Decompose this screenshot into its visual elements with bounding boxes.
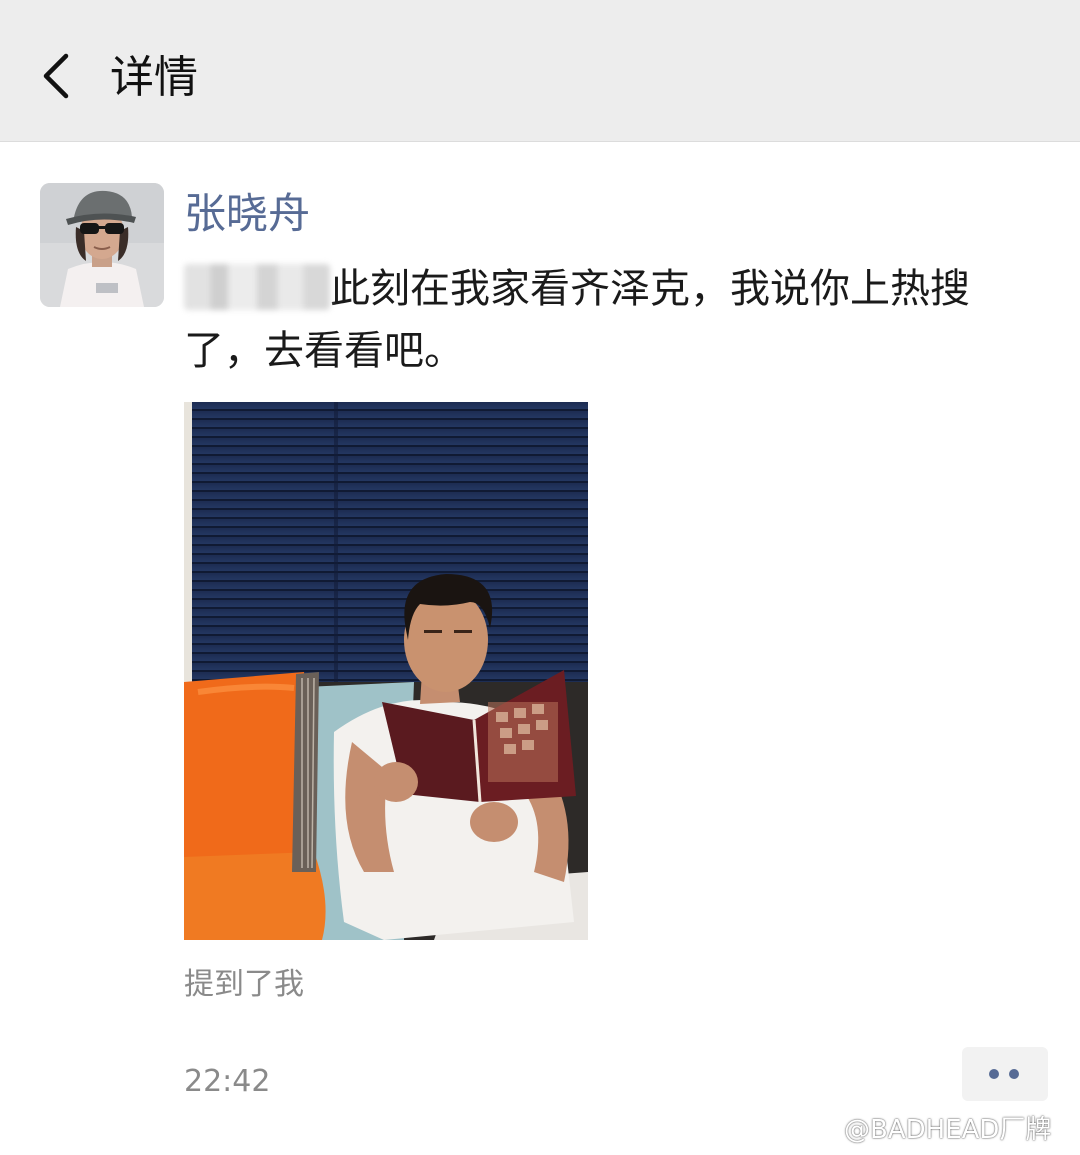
blurred-name [184, 264, 330, 310]
avatar-image [40, 183, 164, 307]
watermark-text: @BADHEAD厂牌 [844, 1115, 1052, 1145]
page-title: 详情 [110, 52, 198, 103]
post-photo[interactable] [184, 402, 588, 940]
photo-image [184, 402, 588, 940]
chevron-left-icon [43, 53, 69, 99]
mention-label: 提到了我 [184, 967, 304, 1002]
post-time: 22:42 [184, 1064, 271, 1099]
top-bar: 详情 [0, 0, 1080, 142]
author-name[interactable]: 张晓舟 [184, 186, 310, 242]
more-dots-icon [1009, 1069, 1019, 1079]
weibo-icon [801, 1118, 838, 1145]
back-button[interactable] [30, 46, 90, 106]
more-dots-icon [989, 1069, 999, 1079]
avatar[interactable] [40, 183, 164, 307]
more-button[interactable] [962, 1047, 1048, 1101]
watermark: @BADHEAD厂牌 [800, 1112, 1051, 1148]
post-text-block: 此刻在我家看齐泽克，我说你上热搜了，去看看吧。 [184, 258, 1044, 382]
